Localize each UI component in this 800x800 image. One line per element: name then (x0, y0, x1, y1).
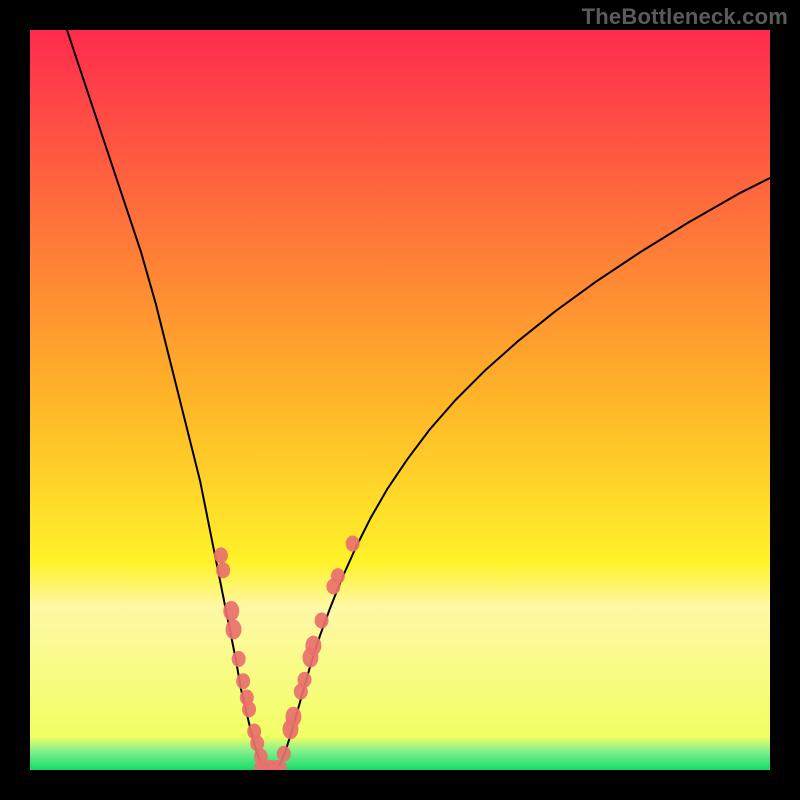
marker-point (277, 746, 291, 762)
watermark-label: TheBottleneck.com (582, 4, 788, 30)
marker-point (305, 636, 321, 656)
marker-point (236, 673, 250, 689)
marker-point (331, 568, 345, 584)
marker-point (232, 651, 246, 667)
marker-point (315, 613, 329, 629)
chart-container: TheBottleneck.com (0, 0, 800, 800)
marker-point (346, 536, 360, 552)
plot-background (30, 30, 770, 770)
marker-point (242, 701, 256, 717)
bottleneck-chart (0, 0, 800, 800)
marker-point (226, 619, 242, 639)
marker-point (216, 562, 230, 578)
marker-point (214, 547, 228, 563)
marker-point (298, 672, 312, 688)
marker-point (223, 601, 239, 621)
marker-point (285, 707, 301, 727)
